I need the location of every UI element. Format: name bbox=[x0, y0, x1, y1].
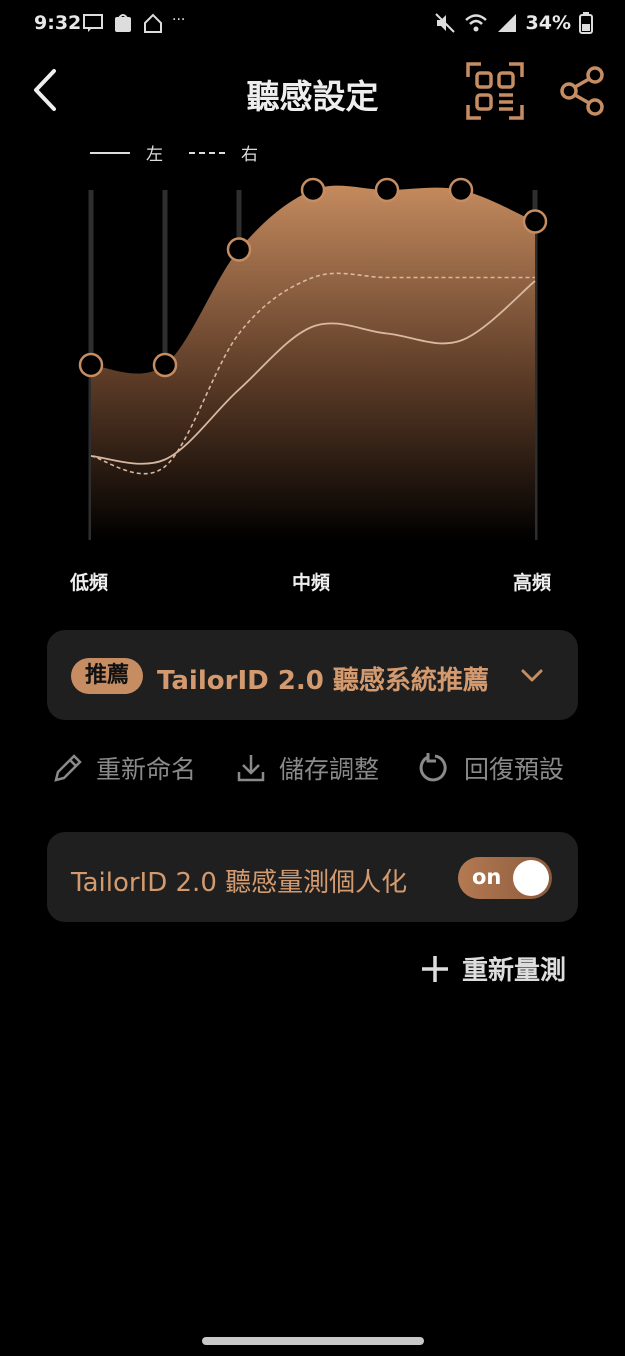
band-handle[interactable] bbox=[300, 177, 326, 203]
band-handle[interactable] bbox=[78, 352, 104, 378]
action-row: 重新命名 儲存調整 回復預設 bbox=[52, 750, 582, 790]
status-time: 9:32 bbox=[34, 12, 82, 34]
toggle-state-label: on bbox=[472, 865, 502, 889]
band-handle[interactable] bbox=[374, 177, 400, 203]
x-label-high: 高頻 bbox=[513, 572, 552, 594]
solid-line-swatch bbox=[90, 151, 130, 154]
personalization-card: TailorID 2.0 聽感量測個人化 on bbox=[47, 832, 578, 922]
top-bar: 聽感設定 bbox=[0, 55, 625, 127]
band-handle[interactable] bbox=[522, 209, 548, 234]
remeasure-button[interactable]: 重新量測 bbox=[420, 950, 566, 987]
wifi-icon bbox=[464, 14, 487, 32]
x-label-low: 低頻 bbox=[70, 572, 109, 594]
signal-icon bbox=[497, 14, 516, 32]
more-notifications-icon: ··· bbox=[172, 12, 186, 28]
chart-legend: 左 右 bbox=[90, 140, 258, 165]
status-bar: 9:32 ··· 34% bbox=[0, 8, 625, 40]
plus-icon bbox=[422, 955, 448, 982]
x-label-mid: 中頻 bbox=[292, 572, 331, 594]
recommended-badge: 推薦 bbox=[71, 658, 144, 694]
message-icon bbox=[83, 14, 103, 32]
band-handle[interactable] bbox=[152, 352, 178, 378]
personalization-label: TailorID 2.0 聽感量測個人化 bbox=[71, 868, 408, 898]
chevron-down-icon[interactable] bbox=[520, 663, 544, 687]
reset-icon bbox=[419, 753, 447, 782]
shopping-icon bbox=[115, 14, 131, 32]
share-icon[interactable] bbox=[557, 65, 609, 117]
legend-left-label: 左 bbox=[146, 145, 163, 165]
eq-chart[interactable] bbox=[60, 175, 580, 550]
mute-icon bbox=[434, 13, 455, 33]
pencil-icon bbox=[54, 754, 82, 782]
preset-name: TailorID 2.0 聽感系統推薦 bbox=[157, 666, 489, 696]
notification-icons: ··· bbox=[82, 12, 185, 34]
rename-button[interactable]: 重新命名 bbox=[52, 750, 196, 786]
home-icon bbox=[144, 13, 162, 33]
preset-selector[interactable]: 推薦 TailorID 2.0 聽感系統推薦 bbox=[47, 630, 578, 720]
download-icon bbox=[237, 755, 265, 782]
qr-code-icon[interactable] bbox=[465, 61, 525, 121]
reset-default-button[interactable]: 回復預設 bbox=[418, 750, 564, 786]
band-handle[interactable] bbox=[448, 177, 474, 203]
remeasure-label: 重新量測 bbox=[462, 956, 567, 986]
page-title: 聽感設定 bbox=[246, 77, 379, 116]
band-handle[interactable] bbox=[226, 237, 252, 262]
home-indicator[interactable] bbox=[202, 1337, 424, 1345]
save-adjustment-button[interactable]: 儲存調整 bbox=[235, 750, 379, 786]
status-right: 34% bbox=[434, 12, 593, 34]
battery-percent: 34% bbox=[525, 12, 571, 34]
reset-label: 回復預設 bbox=[464, 755, 565, 784]
battery-icon bbox=[579, 12, 593, 34]
legend-right-label: 右 bbox=[241, 145, 258, 165]
rename-label: 重新命名 bbox=[96, 755, 197, 784]
personalization-toggle[interactable]: on bbox=[458, 857, 552, 899]
toggle-knob bbox=[513, 860, 549, 896]
dashed-line-swatch bbox=[189, 151, 225, 154]
save-label: 儲存調整 bbox=[279, 755, 380, 784]
